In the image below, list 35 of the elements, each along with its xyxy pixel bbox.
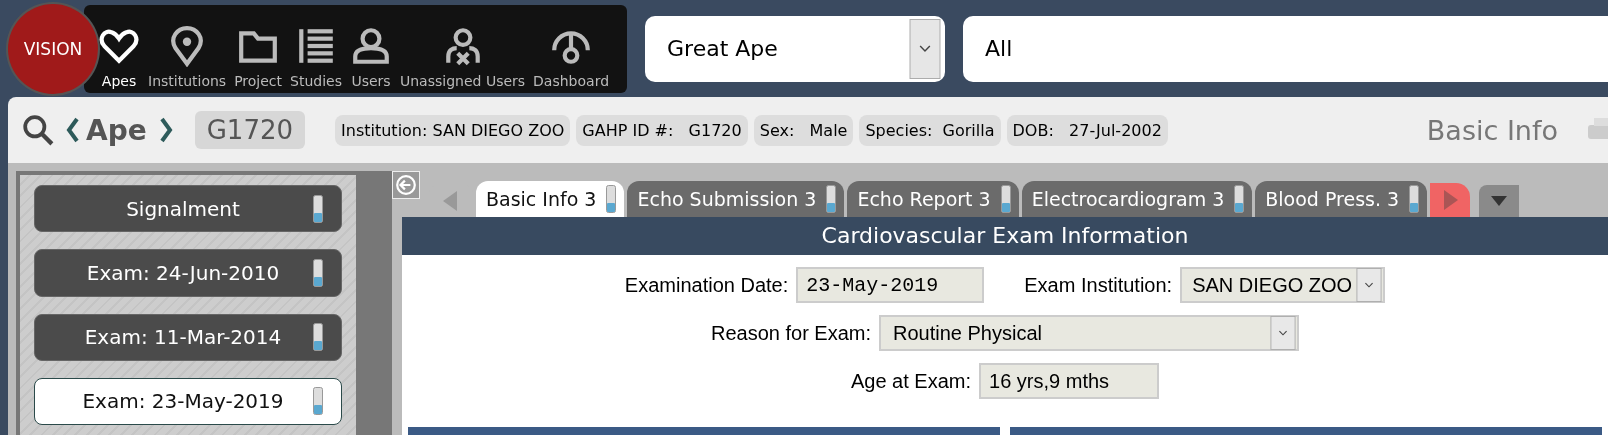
date-field[interactable]: 23-May-2019: [796, 267, 985, 303]
nav-item[interactable]: Institutions: [144, 24, 231, 89]
tab[interactable]: Echo Submission 3: [627, 181, 845, 217]
nav-item[interactable]: Studies: [286, 24, 346, 89]
info-chip: Sex: Male: [753, 114, 854, 146]
field-label: Examination Date:: [624, 273, 789, 297]
tab[interactable]: Blood Press. 3: [1255, 181, 1428, 217]
sidebar-item[interactable]: Exam: 11-Mar-2014: [34, 313, 342, 361]
info-chip: Institution: SAN DIEGO ZOO: [335, 114, 571, 146]
text-field[interactable]: 16 yrs,9 mths: [979, 363, 1160, 399]
field-label: Age at Exam:: [850, 369, 972, 393]
nav-item[interactable]: Unassigned Users: [396, 24, 530, 89]
sidebar-item[interactable]: Exam: 24-Jun-2010: [34, 249, 342, 297]
sidebar-item[interactable]: Signalment: [34, 185, 342, 233]
info-chip: Species: Gorilla: [859, 114, 1001, 146]
select-field[interactable]: Routine Physical: [879, 315, 1300, 351]
info-chip: DOB: 27-Jul-2002: [1006, 114, 1168, 146]
select-field[interactable]: SAN DIEGO ZOO: [1180, 267, 1386, 303]
field-label: Exam Institution:: [1024, 273, 1173, 297]
filter-field[interactable]: All: [963, 15, 1608, 82]
section-title: Basic Info: [1426, 114, 1558, 146]
tab[interactable]: Electrocardiogram 3: [1021, 181, 1253, 217]
form-title: Cardiovascular Exam Information: [402, 217, 1608, 255]
field-label: Reason for Exam:: [710, 321, 872, 345]
nav-item[interactable]: Dashboard: [529, 24, 614, 89]
info-chip: GAHP ID #: G1720: [576, 114, 748, 146]
tab[interactable]: Basic Info 3: [476, 181, 625, 217]
record-type: Ape: [86, 113, 147, 147]
filter-dropdown[interactable]: Great Ape: [645, 15, 946, 82]
nav-item[interactable]: Users: [346, 24, 396, 89]
logo[interactable]: VISION: [8, 3, 98, 94]
sidebar-item[interactable]: Exam: 23-May-2019: [34, 377, 342, 425]
nav-item[interactable]: Project: [230, 24, 287, 89]
tab[interactable]: Echo Report 3: [847, 181, 1019, 217]
record-id: G1720: [194, 111, 306, 149]
